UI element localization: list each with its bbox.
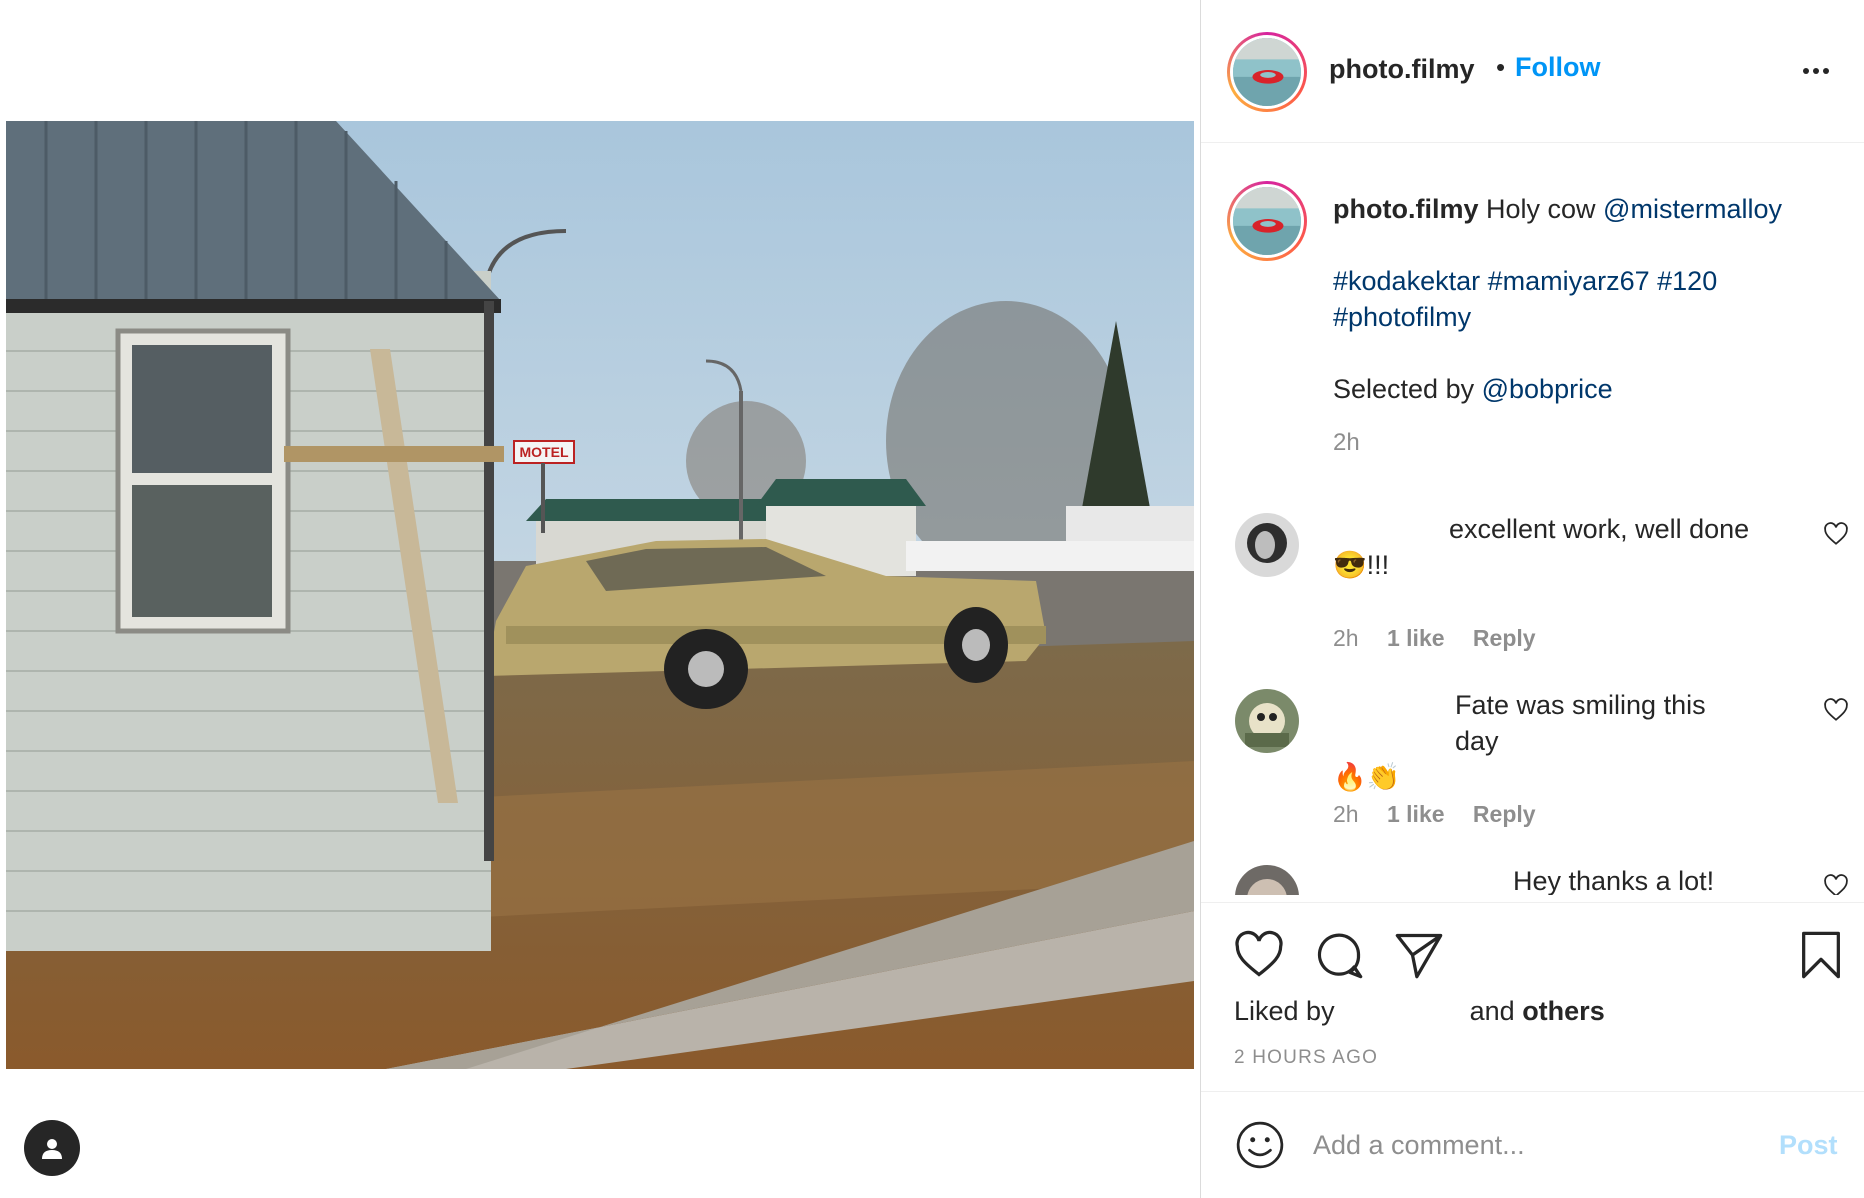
liked-by-prefix: Liked by [1234,996,1335,1026]
bookmark-save-icon[interactable] [1795,929,1847,981]
svg-text:MOTEL: MOTEL [520,444,569,460]
add-comment-bar: Post [1201,1092,1864,1198]
liked-by-others-link[interactable]: others [1522,996,1605,1026]
comment-text: Hey thanks a lot! [1333,863,1753,895]
post-photo-image: MOTEL [6,121,1194,1069]
caption-time[interactable]: 2h [1333,425,1833,461]
comment-body: excellent work, well done [1449,514,1750,544]
post-comment-button[interactable]: Post [1779,1130,1838,1161]
liked-by-and: and [1469,996,1515,1026]
emoji-picker-icon[interactable] [1235,1120,1285,1170]
commenter-avatar[interactable] [1235,513,1299,577]
selected-by-label: Selected by [1333,374,1475,404]
caption-username[interactable]: photo.filmy [1333,194,1478,224]
comment-time[interactable]: 2h [1333,801,1359,827]
comment-emoji: 🔥👏 [1333,762,1401,792]
commenter-avatar[interactable] [1235,689,1299,753]
post-photo[interactable]: MOTEL [6,121,1194,1069]
comment-like-heart-icon[interactable] [1823,697,1851,725]
caption-hashtags[interactable]: #kodakektar #mamiyarz67 #120 [1333,266,1717,296]
avatar-image [1235,865,1299,895]
caption-hashtag-photofilmy[interactable]: #photofilmy [1333,302,1471,332]
post-caption: photo.filmy Holy cow @mistermalloy #koda… [1333,191,1833,461]
comments-section[interactable]: photo.filmy Holy cow @mistermalloy #koda… [1201,143,1864,895]
comment-meta: 2h 1 like Reply [1333,801,1558,828]
avatar-image [1233,187,1301,255]
comment-likes[interactable]: 1 like [1387,801,1445,827]
add-comment-input[interactable] [1313,1120,1753,1170]
avatar-image [1235,513,1299,577]
comment-reply-button[interactable]: Reply [1473,801,1536,827]
selected-by-mention[interactable]: @bobprice [1482,374,1613,404]
post-header: photo.filmy • Follow [1201,0,1864,143]
author-username[interactable]: photo.filmy [1329,54,1474,85]
tagged-users-button[interactable] [24,1120,80,1176]
caption-mention[interactable]: @mistermalloy [1603,194,1782,224]
post-side-panel: photo.filmy • Follow photo.filmy Holy co… [1200,0,1864,1198]
user-icon [42,1139,62,1159]
caption-text: Holy cow [1486,194,1596,224]
comment-likes[interactable]: 1 like [1387,625,1445,651]
author-avatar[interactable] [1227,32,1307,112]
follow-button[interactable]: Follow [1515,52,1600,83]
post-media-area: MOTEL [0,0,1200,1198]
comment-emoji: 😎!!! [1333,550,1390,580]
comment-item: Hey thanks a lot! [1201,863,1864,895]
post-actions-bar: Liked by and others 2 HOURS AGO [1201,902,1864,1092]
comment-reply-button[interactable]: Reply [1473,625,1536,651]
like-heart-icon[interactable] [1233,929,1285,981]
comment-text: excellent work, well done 😎!!! [1333,511,1753,583]
comment-item: Fate was smiling this day 🔥👏 2h 1 like R… [1201,687,1864,847]
comment-like-heart-icon[interactable] [1823,873,1851,895]
share-send-icon[interactable] [1393,929,1445,981]
avatar-image [1233,38,1301,106]
commenter-avatar[interactable] [1235,865,1299,895]
liked-by-text[interactable]: Liked by and others [1234,996,1605,1027]
instagram-post-page: MOTEL photo.filmy • Follow photo.filmy H… [0,0,1864,1198]
comment-body: Fate was smiling this day [1455,690,1706,756]
comment-meta: 2h 1 like Reply [1333,625,1558,652]
more-options-icon[interactable] [1803,56,1843,86]
comment-body: Hey thanks a lot! [1513,866,1715,895]
avatar-image [1235,689,1299,753]
caption-author-avatar[interactable] [1227,181,1307,261]
post-timestamp[interactable]: 2 HOURS AGO [1234,1047,1378,1069]
comment-like-heart-icon[interactable] [1823,521,1851,549]
comment-item: excellent work, well done 😎!!! 2h 1 like… [1201,511,1864,671]
comment-bubble-icon[interactable] [1313,929,1365,981]
separator-dot: • [1496,52,1506,82]
comment-text: Fate was smiling this day 🔥👏 [1333,687,1753,795]
comment-time[interactable]: 2h [1333,625,1359,651]
